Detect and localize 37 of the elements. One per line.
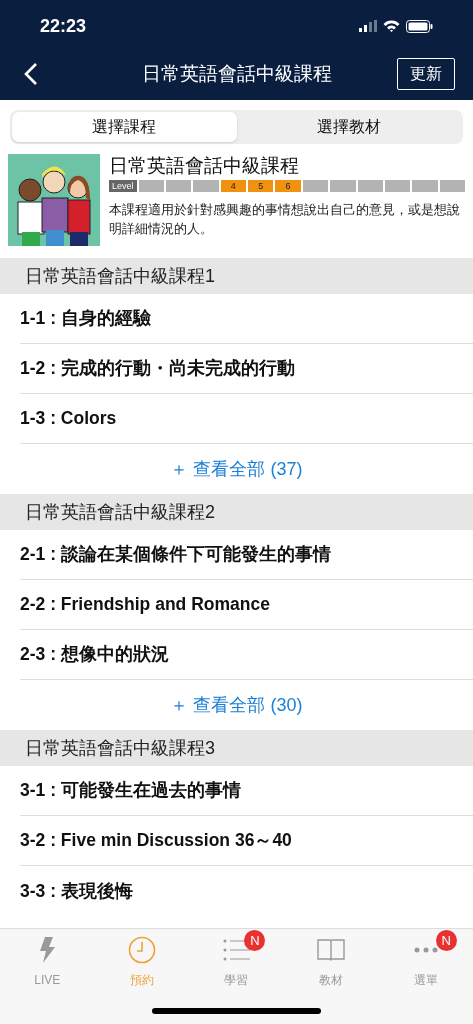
section-header: 日常英語會話中級課程2: [0, 494, 473, 530]
course-title: 日常英語會話中級課程: [109, 154, 300, 178]
section-header: 日常英語會話中級課程1: [0, 258, 473, 294]
page-title: 日常英語會話中級課程: [141, 61, 332, 86]
lesson-item[interactable]: 2-1 : 談論在某個條件下可能發生的事情: [20, 541, 331, 568]
level-segment: 6: [275, 180, 301, 192]
level-segment: 5: [248, 180, 274, 192]
tab-bar-item[interactable]: N 選單: [378, 929, 473, 989]
level-label: Level: [109, 180, 137, 192]
tab-bar-item[interactable]: N 學習: [189, 929, 284, 989]
section-header: 日常英語會話中級課程3: [0, 730, 473, 766]
lesson-item[interactable]: 3-3 : 表現後悔: [20, 877, 133, 905]
signal-icon: [359, 20, 377, 32]
refresh-button[interactable]: 更新: [397, 58, 455, 90]
lesson-item[interactable]: 1-3 : Colors: [20, 405, 117, 432]
course-description: 本課程適用於針對感興趣的事情想說出自己的意見，或是想說明詳細情況的人。: [109, 202, 461, 238]
clock-icon: [127, 936, 156, 964]
segment-tab[interactable]: 選擇教材: [236, 112, 461, 142]
battery-icon: [406, 19, 433, 33]
lesson-item[interactable]: 3-1 : 可能發生在過去的事情: [20, 777, 241, 804]
notification-badge: N: [435, 930, 457, 951]
back-icon: [24, 62, 38, 86]
lightning-icon: [39, 937, 56, 963]
wifi-icon: [383, 20, 400, 32]
lesson-item[interactable]: 2-2 : Friendship and Romance: [20, 591, 270, 618]
lesson-item[interactable]: 2-3 : 想像中的狀況: [20, 641, 169, 668]
book-icon: [317, 938, 346, 962]
lesson-item[interactable]: 1-1 : 自身的經驗: [20, 305, 151, 332]
notification-badge: N: [244, 930, 266, 951]
view-all-link[interactable]: ＋ 查看全部 (30): [170, 691, 303, 719]
level-segment: 4: [220, 180, 246, 192]
view-all-link[interactable]: ＋ 查看全部 (37): [170, 455, 303, 483]
more-icon: [413, 947, 438, 953]
status-time: 22:23: [40, 14, 87, 38]
lesson-item[interactable]: 3-2 : Five min Discussion 36～40: [20, 827, 292, 854]
lesson-item[interactable]: 1-2 : 完成的行動・尚未完成的行動: [20, 355, 295, 382]
segment-tab[interactable]: 選擇課程: [12, 112, 237, 142]
